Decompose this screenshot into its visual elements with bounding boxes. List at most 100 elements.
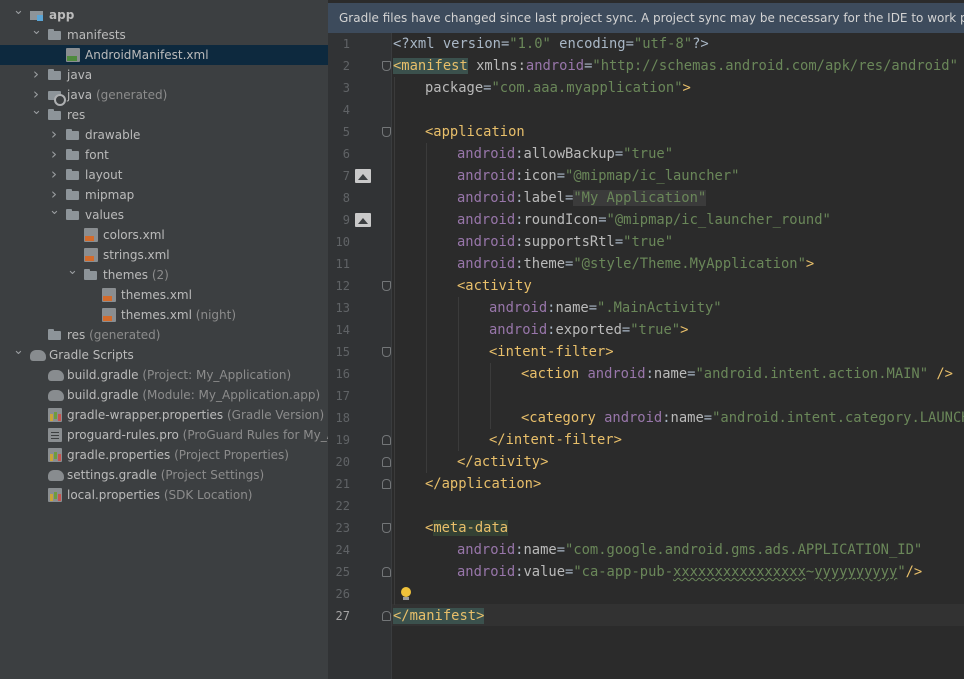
fold-marker-icon[interactable]: [382, 567, 391, 577]
fold-marker-icon[interactable]: [382, 127, 391, 137]
line-number[interactable]: 2: [328, 55, 350, 77]
tree-item[interactable]: colors.xml: [0, 225, 328, 245]
tree-item[interactable]: res (generated): [0, 325, 328, 345]
code-line[interactable]: </manifest>: [393, 605, 485, 627]
tree-item[interactable]: › java (generated): [0, 85, 328, 106]
tree-item[interactable]: themes.xml (night): [0, 305, 328, 325]
code-line[interactable]: android:value="ca-app-pub-xxxxxxxxxxxxxx…: [457, 561, 922, 583]
line-number[interactable]: 15: [328, 341, 350, 363]
code-line[interactable]: android:exported="true">: [489, 319, 688, 341]
fold-marker-icon[interactable]: [382, 347, 391, 357]
line-number[interactable]: 1: [328, 33, 350, 55]
code-line[interactable]: </application>: [425, 473, 541, 495]
line-number[interactable]: 22: [328, 495, 350, 517]
image-preview-icon[interactable]: [355, 213, 371, 227]
image-preview-icon[interactable]: [355, 169, 371, 183]
fold-marker-icon[interactable]: [382, 61, 391, 71]
line-number[interactable]: 4: [328, 99, 350, 121]
chevron-right-icon[interactable]: ›: [49, 125, 59, 145]
code-line[interactable]: android:name="com.google.android.gms.ads…: [457, 539, 922, 561]
line-number[interactable]: 16: [328, 363, 350, 385]
code-line[interactable]: <category android:name="android.intent.c…: [521, 407, 964, 429]
chevron-down-icon[interactable]: ⌄: [31, 104, 42, 125]
tree-item[interactable]: › layout: [0, 165, 328, 185]
chevron-right-icon[interactable]: ›: [49, 145, 59, 165]
tree-item[interactable]: settings.gradle (Project Settings): [0, 465, 328, 485]
chevron-right-icon[interactable]: ›: [31, 65, 41, 85]
code-line[interactable]: android:theme="@style/Theme.MyApplicatio…: [457, 253, 814, 275]
line-number[interactable]: 6: [328, 143, 350, 165]
chevron-down-icon[interactable]: ⌄: [31, 24, 42, 45]
tree-item[interactable]: ⌄ themes (2): [0, 264, 328, 285]
code-line[interactable]: <application: [425, 121, 525, 143]
tree-item[interactable]: ⌄ app: [0, 4, 328, 25]
line-number[interactable]: 27: [328, 605, 350, 627]
code-line[interactable]: <manifest xmlns:android="http://schemas.…: [393, 55, 958, 77]
code-line[interactable]: android:name=".MainActivity": [489, 297, 722, 319]
tree-item[interactable]: build.gradle (Project: My_Application): [0, 365, 328, 385]
line-number[interactable]: 21: [328, 473, 350, 495]
chevron-right-icon[interactable]: ›: [49, 185, 59, 205]
code-line[interactable]: </activity>: [457, 451, 548, 473]
fold-marker-icon[interactable]: [382, 611, 391, 621]
line-number[interactable]: 8: [328, 187, 350, 209]
tree-item[interactable]: strings.xml: [0, 245, 328, 265]
tree-item[interactable]: AndroidManifest.xml: [0, 45, 328, 65]
line-number[interactable]: 25: [328, 561, 350, 583]
line-number[interactable]: 23: [328, 517, 350, 539]
chevron-down-icon[interactable]: ⌄: [13, 4, 24, 25]
tree-item[interactable]: ⌄ values: [0, 204, 328, 225]
line-number[interactable]: 14: [328, 319, 350, 341]
fold-marker-icon[interactable]: [382, 523, 391, 533]
tree-item[interactable]: gradle.properties (Project Properties): [0, 445, 328, 465]
chevron-right-icon[interactable]: ›: [49, 165, 59, 185]
line-number[interactable]: 24: [328, 539, 350, 561]
line-number[interactable]: 26: [328, 583, 350, 605]
tree-item[interactable]: › java: [0, 65, 328, 85]
tree-item[interactable]: ⌄ res: [0, 104, 328, 125]
line-number[interactable]: 18: [328, 407, 350, 429]
line-number[interactable]: 7: [328, 165, 350, 187]
line-number[interactable]: 10: [328, 231, 350, 253]
tree-item[interactable]: local.properties (SDK Location): [0, 485, 328, 505]
code-line[interactable]: android:icon="@mipmap/ic_launcher": [457, 165, 739, 187]
code-line[interactable]: </intent-filter>: [489, 429, 622, 451]
tree-item[interactable]: › drawable: [0, 125, 328, 145]
code-line[interactable]: <action android:name="android.intent.act…: [521, 363, 953, 385]
tree-item[interactable]: proguard-rules.pro (ProGuard Rules for M…: [0, 425, 328, 445]
tree-item[interactable]: gradle-wrapper.properties (Gradle Versio…: [0, 405, 328, 425]
line-number[interactable]: 11: [328, 253, 350, 275]
tree-item[interactable]: build.gradle (Module: My_Application.app…: [0, 385, 328, 405]
fold-marker-icon[interactable]: [382, 457, 391, 467]
chevron-right-icon[interactable]: ›: [31, 85, 41, 105]
code-editor[interactable]: Gradle files have changed since last pro…: [328, 0, 964, 679]
chevron-down-icon[interactable]: ⌄: [13, 344, 24, 365]
code-line[interactable]: android:supportsRtl="true": [457, 231, 673, 253]
line-number[interactable]: 12: [328, 275, 350, 297]
line-number[interactable]: 3: [328, 77, 350, 99]
line-number[interactable]: 9: [328, 209, 350, 231]
line-number[interactable]: 17: [328, 385, 350, 407]
chevron-down-icon[interactable]: ⌄: [67, 264, 78, 285]
line-number[interactable]: 20: [328, 451, 350, 473]
code-line[interactable]: <activity: [457, 275, 532, 297]
code-line[interactable]: android:roundIcon="@mipmap/ic_launcher_r…: [457, 209, 831, 231]
code-line[interactable]: <intent-filter>: [489, 341, 614, 363]
fold-marker-icon[interactable]: [382, 281, 391, 291]
code-line[interactable]: android:allowBackup="true": [457, 143, 673, 165]
tree-item[interactable]: › font: [0, 145, 328, 165]
code-line[interactable]: <?xml version="1.0" encoding="utf-8"?>: [393, 33, 709, 55]
intention-lightbulb-icon[interactable]: [400, 587, 412, 601]
line-number[interactable]: 5: [328, 121, 350, 143]
editor-gutter[interactable]: 1 2 3 4 5 6 7 8 9 10 11 12 13 14 15 16 17 18 19 20 21 22 23 24 2…: [328, 33, 392, 679]
code-line[interactable]: android:label="My Application": [457, 187, 707, 209]
line-number[interactable]: 13: [328, 297, 350, 319]
fold-marker-icon[interactable]: [382, 479, 391, 489]
tree-item[interactable]: ⌄ manifests: [0, 24, 328, 45]
code-line[interactable]: package="com.aaa.myapplication">: [425, 77, 691, 99]
line-number[interactable]: 19: [328, 429, 350, 451]
gradle-sync-banner[interactable]: Gradle files have changed since last pro…: [328, 3, 964, 33]
fold-marker-icon[interactable]: [382, 435, 391, 445]
tree-item[interactable]: ⌄ Gradle Scripts: [0, 344, 328, 365]
code-line[interactable]: <meta-data: [425, 517, 509, 539]
